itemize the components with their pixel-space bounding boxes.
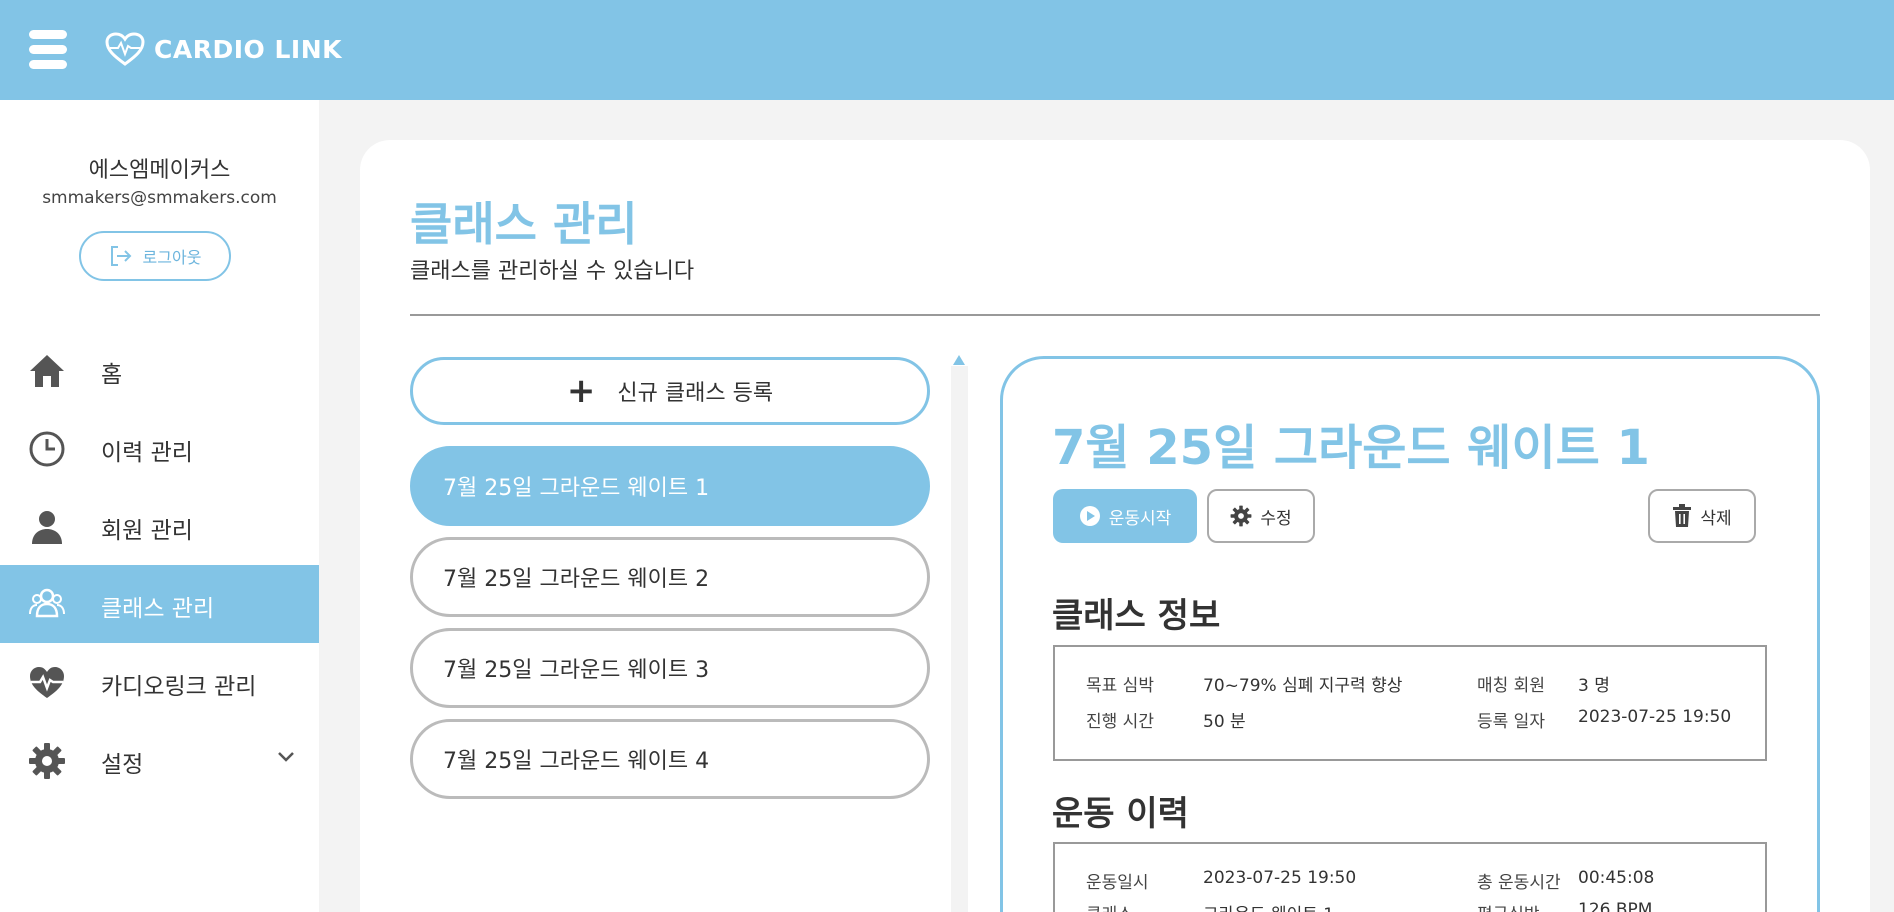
info-label: 등록 일자 — [1477, 712, 1545, 732]
class-item-label: 7월 25일 그라운드 웨이트 4 — [443, 749, 710, 774]
exercise-history-title: 운동 이력 — [1052, 794, 1189, 834]
history-value: 그라운드 웨이트 1 — [1203, 900, 1334, 912]
sidebar-item-history[interactable]: 이력 관리 — [0, 409, 319, 487]
company-name: 에스엠메이커스 — [88, 158, 231, 183]
user-email: smmakers@smmakers.com — [42, 188, 277, 208]
start-exercise-button[interactable]: 운동시작 — [1053, 489, 1197, 543]
history-label: 운동일시 — [1086, 873, 1149, 893]
play-icon — [1079, 506, 1100, 526]
brand-name: CARDIO LINK — [154, 34, 342, 64]
info-value: 2023-07-25 19:50 — [1578, 707, 1732, 727]
class-list-item[interactable]: 7월 25일 그라운드 웨이트 4 — [410, 719, 930, 799]
gear-icon — [1230, 505, 1252, 527]
top-bar: CARDIO LINK — [0, 0, 1894, 100]
history-value: 126 BPM — [1578, 900, 1653, 912]
sidebar-item-label: 클래스 관리 — [101, 596, 215, 622]
info-label: 진행 시간 — [1086, 712, 1154, 732]
class-list-item[interactable]: 7월 25일 그라운드 웨이트 2 — [410, 537, 930, 617]
delete-label: 삭제 — [1700, 508, 1732, 529]
class-item-label: 7월 25일 그라운드 웨이트 3 — [443, 658, 710, 683]
page-title: 클래스 관리 — [410, 197, 638, 251]
class-list-item[interactable]: 7월 25일 그라운드 웨이트 3 — [410, 628, 930, 708]
hamburger-menu-icon[interactable] — [29, 30, 67, 70]
sidebar-item-label: 이력 관리 — [101, 440, 193, 466]
info-value: 3 명 — [1578, 676, 1610, 696]
chevron-down-icon[interactable] — [276, 750, 296, 764]
group-icon — [29, 588, 65, 618]
class-item-label: 7월 25일 그라운드 웨이트 2 — [443, 567, 710, 592]
divider — [410, 314, 1820, 316]
new-class-button[interactable]: + 신규 클래스 등록 — [410, 357, 930, 425]
home-icon — [30, 355, 64, 387]
sidebar-item-label: 홈 — [101, 362, 123, 388]
class-item-label: 7월 25일 그라운드 웨이트 1 — [443, 476, 710, 501]
sidebar-item-members[interactable]: 회원 관리 — [0, 487, 319, 565]
sidebar-item-class[interactable]: 클래스 관리 — [0, 565, 319, 643]
class-info-title: 클래스 정보 — [1052, 596, 1221, 636]
new-class-label: 신규 클래스 등록 — [617, 381, 774, 406]
class-detail-title: 7월 25일 그라운드 웨이트 1 — [1052, 420, 1650, 476]
sidebar-item-label: 설정 — [101, 752, 144, 778]
sidebar-item-label: 카디오링크 관리 — [101, 674, 257, 700]
heart-logo-icon — [105, 32, 145, 66]
history-label: 총 운동시간 — [1477, 873, 1561, 893]
info-value: 70~79% 심폐 지구력 향상 — [1203, 676, 1403, 696]
user-icon — [32, 511, 62, 544]
class-list-item[interactable]: 7월 25일 그라운드 웨이트 1 — [410, 446, 930, 526]
info-label: 매칭 회원 — [1477, 676, 1545, 696]
edit-label: 수정 — [1260, 508, 1292, 529]
sidebar: 에스엠메이커스 smmakers@smmakers.com 로그아웃 홈 이력 … — [0, 100, 319, 912]
app-logo[interactable]: CARDIO LINK — [104, 31, 342, 67]
sidebar-item-cardiolink[interactable]: 카디오링크 관리 — [0, 643, 319, 721]
info-label: 목표 심박 — [1086, 676, 1154, 696]
edit-button[interactable]: 수정 — [1207, 489, 1315, 543]
logout-icon — [110, 246, 131, 266]
history-label: 평균심박 — [1477, 900, 1540, 912]
plus-icon: + — [566, 371, 596, 411]
info-value: 50 분 — [1203, 712, 1246, 732]
sidebar-item-settings[interactable]: 설정 — [0, 721, 319, 799]
page-subtitle: 클래스를 관리하실 수 있습니다 — [410, 259, 695, 284]
sidebar-item-home[interactable]: 홈 — [0, 331, 319, 409]
scroll-up-arrow-icon[interactable] — [953, 355, 965, 365]
sidebar-item-label: 회원 관리 — [101, 518, 193, 544]
history-value: 2023-07-25 19:50 — [1203, 868, 1357, 888]
clock-icon — [29, 431, 65, 467]
class-info-box: 목표 심박 70~79% 심폐 지구력 향상 매칭 회원 3 명 진행 시간 5… — [1053, 645, 1767, 761]
logout-button[interactable]: 로그아웃 — [79, 231, 231, 281]
start-label: 운동시작 — [1108, 508, 1172, 529]
logout-label: 로그아웃 — [142, 248, 202, 267]
trash-icon — [1673, 504, 1692, 527]
exercise-history-box: 운동일시 2023-07-25 19:50 총 운동시간 00:45:08 클래… — [1053, 842, 1767, 912]
heart-pulse-icon — [30, 667, 64, 698]
history-value: 00:45:08 — [1578, 868, 1655, 888]
scrollbar[interactable] — [951, 366, 968, 912]
gear-icon — [29, 743, 65, 779]
history-label: 클래스 — [1086, 900, 1133, 912]
delete-button[interactable]: 삭제 — [1648, 489, 1756, 543]
